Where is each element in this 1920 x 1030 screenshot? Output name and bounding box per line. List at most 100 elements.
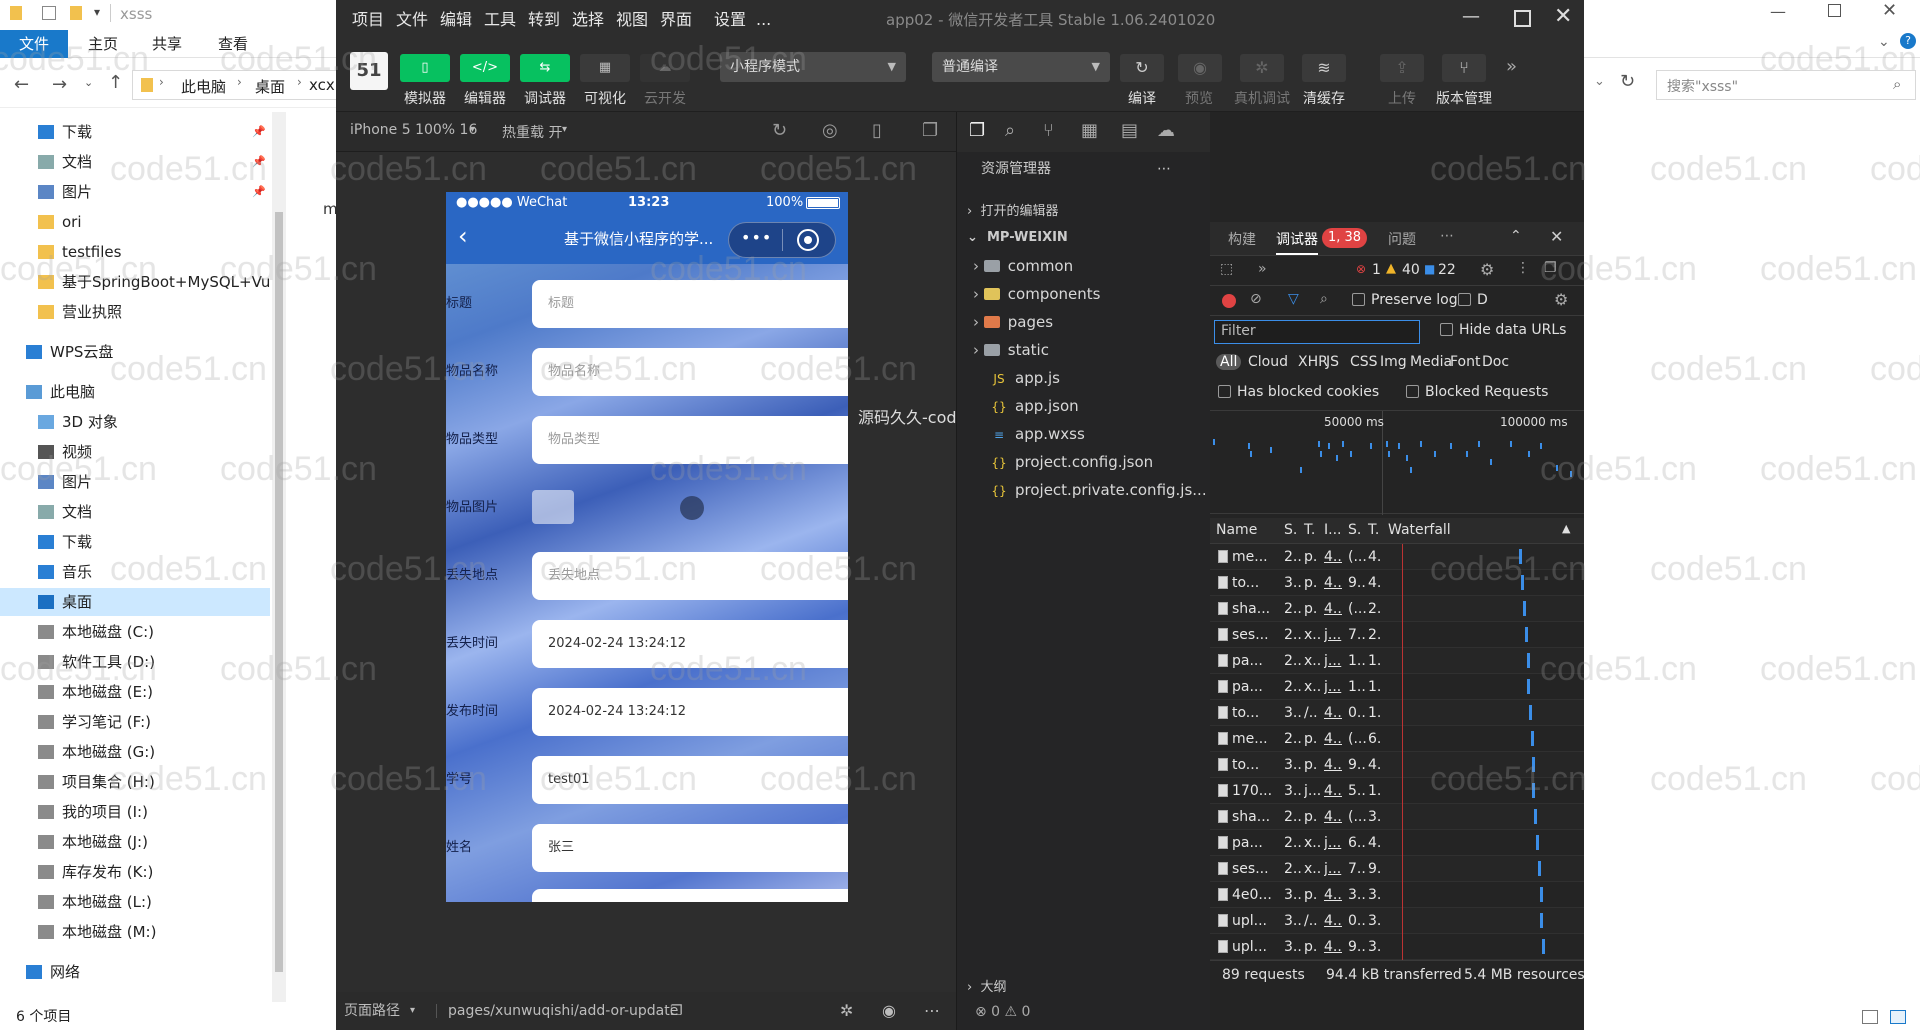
compile-button[interactable]: ↻ [1120,54,1164,82]
nav-item[interactable]: 图片 📌 [0,178,270,206]
collapse-icon[interactable]: ⌃ [1510,228,1522,244]
table-row[interactable]: me... 2..p. 4... (...6. [1210,726,1584,752]
nav-item[interactable]: 网络 [0,958,270,986]
nav-item[interactable]: 基于SpringBoot+MySQL+Vu [0,268,270,296]
avatar[interactable]: 51 [350,52,388,90]
cloud-dev-button[interactable]: ☁ [640,54,690,82]
version-manage-button[interactable]: ⑂ [1442,54,1486,82]
more-panels-icon[interactable]: » [1258,261,1267,277]
pin-icon[interactable]: 📌 [252,118,266,146]
filter-input[interactable]: Filter [1214,320,1420,344]
menu-goto[interactable]: 转到 [528,0,560,40]
network-timeline-overview[interactable]: 50000 ms 100000 ms [1210,410,1584,515]
warning-count[interactable]: 40 [1402,262,1420,278]
gear-icon[interactable]: ⚙ [1480,260,1494,279]
col-waterfall[interactable]: Waterfall [1388,522,1451,538]
editor-toggle-button[interactable]: </> [460,54,510,82]
table-row[interactable]: 4e0...3..p.4...3..3. [1210,882,1584,908]
inspect-icon[interactable]: ⬚ [1220,261,1233,277]
clear-cache-button[interactable]: ≋ [1302,54,1346,82]
pin-icon[interactable]: 📌 [252,148,266,176]
nav-item[interactable]: 我的项目 (I:) [0,798,270,826]
form-input[interactable]: 2024-02-24 13:24:12 [532,620,848,668]
nav-item[interactable]: WPS云盘 [0,338,270,366]
breadcrumb-desktop[interactable]: 桌面 [255,76,285,97]
nav-item[interactable]: 文档 [0,498,270,526]
ribbon-tab-share[interactable]: 共享 [152,30,182,58]
nav-item[interactable]: 本地磁盘 (E:) [0,678,270,706]
more-icon[interactable]: ⋯ [924,992,940,1030]
problems-count[interactable]: ⊗ 0 ⚠ 0 [975,998,1030,1026]
nav-item[interactable]: 桌面 [0,588,270,616]
nav-item[interactable]: 学习笔记 (F:) [0,708,270,736]
extensions-icon[interactable]: ▦ [1081,120,1098,141]
remote-debug-button[interactable]: ✲ [1240,54,1284,82]
open-editors-section[interactable]: › 打开的编辑器 [967,198,1058,226]
table-row[interactable]: upl... 3..p. 4... 9..3. [1210,934,1584,960]
nav-scrollbar[interactable] [272,112,286,1002]
preview-button[interactable]: ◉ [1178,54,1222,82]
menu-interface[interactable]: 界面 [660,0,692,40]
qat-dropdown-icon[interactable]: ▾ [94,5,100,19]
nav-item[interactable]: 3D 对象 [0,408,270,436]
upload-button[interactable]: ⇪ [1380,54,1424,82]
eye-icon[interactable]: ◉ [882,992,896,1030]
maximize-icon[interactable] [1828,4,1841,17]
nav-item[interactable]: 项目集合 (H:) [0,768,270,796]
bug-icon[interactable]: ✲ [840,992,853,1030]
form-input[interactable]: 物品名称 [532,348,848,396]
device-select[interactable]: iPhone 5 100% 16 [350,122,477,138]
minimize-icon[interactable]: — [1770,2,1786,21]
file-tree-item[interactable]: ≡ app.wxss [991,420,1085,448]
files-icon[interactable]: ❐ [969,120,985,141]
table-row[interactable]: to... 3..p. 4... 9..4. [1210,752,1584,778]
root-folder[interactable]: ⌄ MP-WEIXIN [967,224,1068,252]
checkbox-icon[interactable] [42,6,56,20]
table-row[interactable]: ses... 2.. x.. j... 7.. 2. [1210,622,1584,648]
tab-build[interactable]: 构建 [1228,229,1256,249]
tab-debugger[interactable]: 调试器 [1276,229,1318,249]
type-filter-js[interactable]: JS [1326,354,1339,370]
nav-item[interactable]: 本地磁盘 (C:) [0,618,270,646]
table-row[interactable]: to... 3../.. 4... 0..1. [1210,700,1584,726]
ribbon-tab-home[interactable]: 主页 [88,30,118,58]
more-icon[interactable]: ⋯ [1440,228,1454,244]
cloud-icon[interactable]: ☁ [1157,120,1175,141]
mode-select[interactable]: 小程序模式 ▼ [720,52,906,82]
detach-icon[interactable]: ❐ [922,120,938,141]
file-tree-item[interactable]: › static [973,336,1049,364]
search-icon[interactable]: ⌕ [1005,120,1015,141]
copy-icon[interactable]: ❐ [670,992,683,1030]
preserve-log-checkbox[interactable]: Preserve log [1352,292,1458,308]
table-row[interactable]: 170... 3..j...4... 5..1. [1210,778,1584,804]
menu-edit[interactable]: 编辑 [440,0,472,40]
breadcrumb[interactable]: › 此电脑 › 桌面 › xcx [132,70,338,100]
nav-item[interactable]: 本地磁盘 (J:) [0,828,270,856]
help-icon[interactable]: ? [1900,33,1916,49]
menu-file[interactable]: 文件 [396,0,428,40]
form-input[interactable]: 物品类型 [532,416,848,464]
more-chevron-icon[interactable]: » [1506,56,1517,77]
ribbon-expand-icon[interactable]: ⌄ [1878,34,1890,50]
minimize-icon[interactable]: — [1462,6,1480,27]
tab-problems[interactable]: 问题 [1388,229,1416,249]
phone-icon[interactable]: ▯ [872,120,882,141]
dock-icon[interactable]: ❐ [1544,260,1557,276]
maximize-icon[interactable] [1514,10,1531,27]
file-tree-item[interactable]: {} project.config.json [991,448,1153,476]
form-input[interactable]: 张三 [532,824,848,872]
blocked-cookies-checkbox[interactable]: Has blocked cookies [1218,384,1379,400]
close-icon[interactable]: ✕ [1550,227,1563,246]
file-tree-item[interactable]: › pages [973,308,1053,336]
nav-item[interactable]: 下载 📌 [0,118,270,146]
table-row[interactable]: pa... 2.. x.. j... 1.. 1. [1210,674,1584,700]
ribbon-file-tab[interactable]: 文件 [0,30,68,58]
table-row[interactable]: upl... 3../.. 4... 0..3. [1210,908,1584,934]
table-row[interactable]: pa... 2.. x.. j... 6.. 4. [1210,830,1584,856]
address-dropdown-icon[interactable]: ⌄ [1594,74,1605,89]
file-tree-item[interactable]: {} project.private.config.js... [991,476,1206,504]
layout-icon[interactable]: ▤ [1121,120,1138,141]
menu-project[interactable]: 项目 [352,0,384,40]
menu-more[interactable]: ... [756,0,771,40]
table-row[interactable]: ses... 2.. x.. j... 7.. 9. [1210,856,1584,882]
